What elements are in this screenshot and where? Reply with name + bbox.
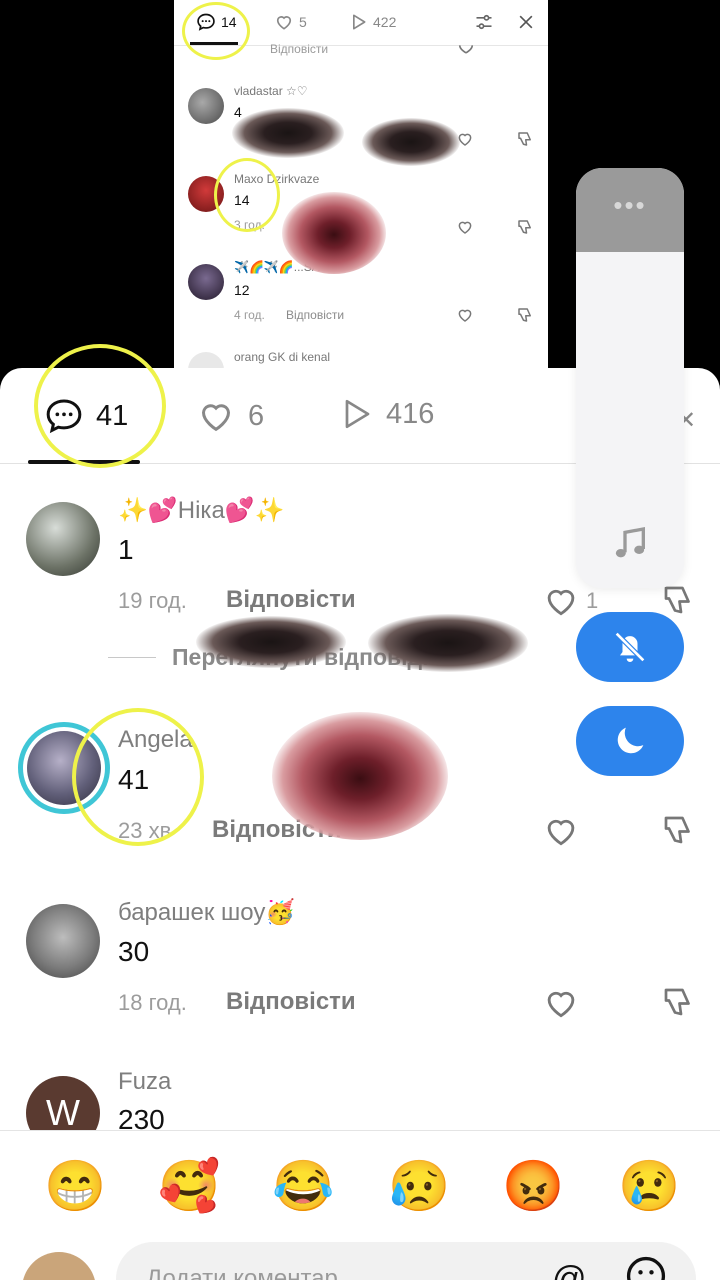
emoji-grin[interactable]: 😁: [44, 1157, 106, 1215]
mini-likes-count: 5: [299, 14, 307, 30]
views-count: 416: [386, 397, 435, 430]
like-count: 1: [586, 588, 599, 613]
dislike-icon[interactable]: [660, 984, 696, 1020]
avatar[interactable]: [26, 502, 100, 576]
dislike-icon[interactable]: [660, 582, 696, 618]
heart-icon: [276, 16, 292, 30]
highlight-circle: [182, 2, 250, 60]
emoji-tears-of-joy[interactable]: 😂: [272, 1157, 334, 1215]
mini-comment-text: 4: [234, 104, 242, 120]
play-icon: [353, 14, 366, 30]
comment-text: 30: [118, 936, 150, 967]
more-icon[interactable]: •••: [576, 190, 684, 221]
filter-sliders-icon[interactable]: [474, 12, 494, 32]
mini-views-count: 422: [373, 14, 397, 30]
comment-item: барашек шоу🥳 30 18 год. Відповісти: [0, 894, 720, 1084]
tab-views[interactable]: 416: [338, 396, 434, 432]
mini-tab-likes[interactable]: 5: [274, 12, 307, 32]
heart-icon[interactable]: [456, 40, 476, 54]
lips-sticker: [282, 192, 386, 274]
mute-notifications-button[interactable]: [576, 612, 684, 682]
mini-comment-text: 12: [234, 282, 250, 298]
like-button[interactable]: 1: [542, 582, 598, 620]
eye-sticker: [232, 108, 344, 158]
like-button[interactable]: [542, 812, 580, 850]
heart-icon: [547, 589, 575, 616]
mini-reply-button[interactable]: Відповісти: [270, 42, 328, 56]
mini-comment-author[interactable]: vladastar ☆♡: [234, 84, 308, 98]
eye-sticker: [368, 614, 528, 672]
music-note-icon: [615, 527, 645, 558]
emoji-sad-sweat[interactable]: 😥: [388, 1157, 450, 1215]
comment-text: 1: [118, 534, 134, 565]
likes-count: 6: [248, 399, 265, 432]
emoji-picker-icon[interactable]: [624, 1254, 668, 1280]
mini-reply-button[interactable]: Відповісти: [286, 308, 344, 322]
heart-icon: [201, 404, 231, 432]
highlight-circle: [214, 158, 280, 232]
eye-sticker: [196, 616, 346, 668]
comment-item: W Fuza 230: [0, 1066, 720, 1130]
emoji-angry[interactable]: 😡: [502, 1157, 564, 1215]
emoji-quick-bar: 😁 🥰 😂 😥 😡 😢: [0, 1130, 720, 1240]
eye-sticker: [362, 118, 460, 166]
comment-input-row: Додати коментар... @: [0, 1240, 720, 1280]
mini-comment-time: 4 год.: [234, 308, 265, 322]
emoji-smiling-hearts[interactable]: 🥰: [158, 1157, 220, 1215]
close-icon[interactable]: [516, 12, 536, 32]
dislike-icon[interactable]: [516, 218, 534, 236]
avatar[interactable]: [26, 904, 100, 978]
tab-likes[interactable]: 6: [196, 396, 264, 436]
mini-comment-row: ✈️🌈✈️🌈...SA 12 4 год. Відповісти: [174, 260, 548, 348]
avatar: [22, 1252, 96, 1280]
dislike-icon[interactable]: [516, 130, 534, 148]
comment-author[interactable]: ✨💕Ніка💕✨: [118, 496, 285, 525]
dislike-icon[interactable]: [660, 812, 696, 848]
heart-icon: [547, 819, 575, 846]
bell-slash-icon: [614, 631, 646, 663]
heart-icon[interactable]: [456, 218, 474, 236]
moon-icon: [617, 727, 644, 754]
reply-button[interactable]: Відповісти: [226, 586, 356, 614]
divider: [108, 657, 156, 658]
comment-time: 18 год.: [118, 990, 187, 1015]
reply-button[interactable]: Відповісти: [226, 988, 356, 1016]
emoji-crying[interactable]: 😢: [618, 1157, 680, 1215]
dark-mode-button[interactable]: [576, 706, 684, 776]
volume-control-panel[interactable]: •••: [576, 168, 684, 588]
comment-input[interactable]: Додати коментар...: [116, 1242, 696, 1280]
highlight-circle: [72, 708, 204, 846]
highlight-circle: [34, 344, 166, 468]
comment-time: 19 год.: [118, 588, 187, 613]
avatar[interactable]: [188, 88, 224, 124]
mini-tab-views[interactable]: 422: [348, 12, 396, 32]
lips-sticker: [272, 712, 448, 840]
dislike-icon[interactable]: [516, 306, 534, 324]
mention-icon[interactable]: @: [552, 1260, 587, 1280]
like-button[interactable]: [542, 984, 580, 1022]
avatar[interactable]: W: [26, 1076, 100, 1130]
mini-comment-row: vladastar ☆♡ 4: [174, 84, 548, 172]
comment-text: 230: [118, 1104, 165, 1130]
heart-icon: [547, 991, 575, 1018]
play-icon: [345, 399, 370, 429]
mini-comment-author[interactable]: orang GK di kenal: [234, 350, 330, 364]
comment-author[interactable]: барашек шоу🥳: [118, 898, 295, 927]
heart-icon[interactable]: [456, 306, 474, 324]
comment-author[interactable]: Fuza: [118, 1068, 171, 1096]
avatar[interactable]: [188, 264, 224, 300]
